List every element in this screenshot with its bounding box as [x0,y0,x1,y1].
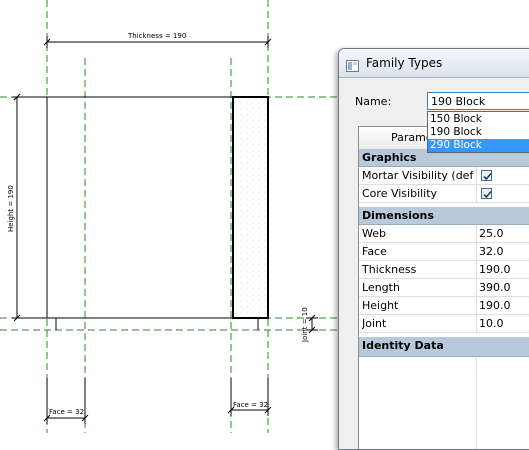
param-row-thickness[interactable]: Thickness 190.0 [359,261,529,279]
param-name: Thickness [362,263,417,276]
param-name: Joint [362,317,387,330]
block-face-shell[interactable] [232,96,269,319]
grid-empty-column-divider [476,357,477,449]
joint-dimension-label: Joint = 10 [301,307,309,343]
dialog-title: Family Types [366,56,443,70]
param-name: Height [362,299,399,312]
type-name-dropdown-value: 190 Block [431,95,486,108]
type-name-dropdown-list: 150 Block 190 Block 290 Block [427,111,529,153]
parameters-grid[interactable]: Parame Graphics Mortar Visibility (defa … [358,126,529,449]
dialog-titlebar[interactable]: Family Types [339,49,529,78]
dropdown-option-150-block[interactable]: 150 Block [428,113,529,126]
group-label-dimensions: Dimensions [362,209,434,222]
param-value-face[interactable]: 32.0 [479,245,504,258]
param-name: Web [362,227,386,240]
name-label: Name: [355,95,392,108]
reference-planes [0,0,340,433]
param-value-web[interactable]: 25.0 [479,227,504,240]
checkmark-icon [483,172,492,181]
face-dimension-left-label: Face = 32 [49,408,84,416]
param-row-web[interactable]: Web 25.0 [359,225,529,243]
block-outline[interactable] [46,96,259,330]
param-name: Core Visibility [362,187,438,200]
param-name: Mortar Visibility (defa [362,169,474,182]
param-value-thickness[interactable]: 190.0 [479,263,511,276]
height-dimension[interactable] [12,93,47,322]
thickness-dimension-label: Thickness = 190 [127,32,186,40]
checkmark-icon [483,190,492,199]
window-icon [346,57,359,72]
height-dimension-label: Height = 190 [7,185,15,232]
param-row-length[interactable]: Length 390.0 [359,279,529,297]
group-row-identity-data[interactable]: Identity Data [359,337,529,357]
param-value-height[interactable]: 190.0 [479,299,511,312]
dropdown-option-190-block[interactable]: 190 Block [428,126,529,139]
param-row-mortar-visibility[interactable]: Mortar Visibility (defa [359,167,529,185]
param-row-joint[interactable]: Joint 10.0 [359,315,529,333]
param-name: Face [362,245,387,258]
param-value-length[interactable]: 390.0 [479,281,511,294]
face-dimension-right[interactable] [227,378,272,416]
face-dimension-left[interactable] [43,378,89,424]
face-dimension-right-label: Face = 32 [233,401,268,409]
mortar-visibility-checkbox[interactable] [481,170,492,181]
type-name-dropdown[interactable]: 190 Block [427,92,529,110]
param-row-face[interactable]: Face 32.0 [359,243,529,261]
group-label-graphics: Graphics [362,151,417,164]
param-name: Length [362,281,400,294]
dropdown-option-290-block[interactable]: 290 Block [428,139,529,152]
param-row-height[interactable]: Height 190.0 [359,297,529,315]
family-types-dialog: Family Types Name: 190 Block Parame Grap… [338,48,529,450]
group-row-dimensions[interactable]: Dimensions [359,207,529,225]
core-visibility-checkbox[interactable] [481,188,492,199]
param-value-joint[interactable]: 10.0 [479,317,504,330]
param-row-core-visibility[interactable]: Core Visibility [359,185,529,203]
group-label-identity-data: Identity Data [362,339,444,352]
